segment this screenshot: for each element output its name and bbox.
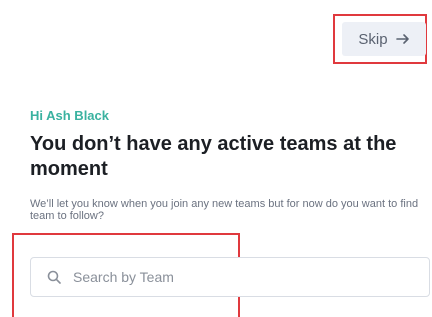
page-title: You don’t have any active teams at the m… bbox=[30, 133, 397, 180]
search-input[interactable] bbox=[73, 269, 393, 285]
greeting-text: Hi Ash Black bbox=[30, 108, 109, 123]
search-field[interactable] bbox=[30, 257, 430, 297]
description-text: We’ll let you know when you join any new… bbox=[30, 198, 419, 222]
onboarding-screen: Skip Hi Ash Black You don’t have any act… bbox=[0, 0, 432, 317]
arrow-right-icon bbox=[395, 34, 409, 44]
skip-button[interactable]: Skip bbox=[342, 22, 426, 56]
search-icon bbox=[47, 270, 61, 284]
skip-label: Skip bbox=[358, 30, 388, 48]
